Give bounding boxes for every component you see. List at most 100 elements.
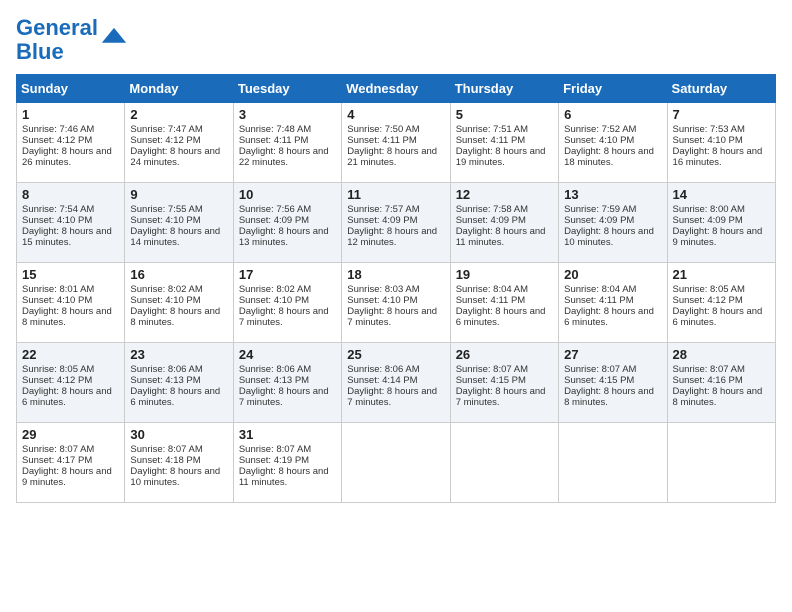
sunrise-label: Sunrise: 8:06 AM <box>130 364 202 375</box>
sunset-label: Sunset: 4:10 PM <box>22 295 92 306</box>
day-number: 5 <box>456 107 553 122</box>
sunrise-label: Sunrise: 7:50 AM <box>347 124 419 135</box>
daylight-label: Daylight: 8 hours and 14 minutes. <box>130 226 220 248</box>
daylight-label: Daylight: 8 hours and 6 minutes. <box>22 386 112 408</box>
sunrise-label: Sunrise: 8:07 AM <box>456 364 528 375</box>
sunset-label: Sunset: 4:12 PM <box>130 135 200 146</box>
sunset-label: Sunset: 4:18 PM <box>130 455 200 466</box>
sunrise-label: Sunrise: 8:00 AM <box>673 204 745 215</box>
sunrise-label: Sunrise: 8:02 AM <box>130 284 202 295</box>
sunset-label: Sunset: 4:09 PM <box>347 215 417 226</box>
day-number: 31 <box>239 427 336 442</box>
sunset-label: Sunset: 4:11 PM <box>239 135 309 146</box>
sunset-label: Sunset: 4:10 PM <box>564 135 634 146</box>
calendar-cell: 4 Sunrise: 7:50 AM Sunset: 4:11 PM Dayli… <box>342 103 450 183</box>
day-number: 17 <box>239 267 336 282</box>
sunrise-label: Sunrise: 7:55 AM <box>130 204 202 215</box>
day-number: 29 <box>22 427 119 442</box>
calendar-cell: 25 Sunrise: 8:06 AM Sunset: 4:14 PM Dayl… <box>342 343 450 423</box>
sunrise-label: Sunrise: 7:59 AM <box>564 204 636 215</box>
daylight-label: Daylight: 8 hours and 26 minutes. <box>22 146 112 168</box>
sunset-label: Sunset: 4:14 PM <box>347 375 417 386</box>
day-number: 26 <box>456 347 553 362</box>
calendar-cell: 21 Sunrise: 8:05 AM Sunset: 4:12 PM Dayl… <box>667 263 775 343</box>
day-number: 7 <box>673 107 770 122</box>
calendar-cell: 2 Sunrise: 7:47 AM Sunset: 4:12 PM Dayli… <box>125 103 233 183</box>
calendar-cell <box>667 423 775 503</box>
sunrise-label: Sunrise: 7:56 AM <box>239 204 311 215</box>
sunrise-label: Sunrise: 8:07 AM <box>673 364 745 375</box>
daylight-label: Daylight: 8 hours and 7 minutes. <box>347 306 437 328</box>
calendar-cell: 15 Sunrise: 8:01 AM Sunset: 4:10 PM Dayl… <box>17 263 125 343</box>
sunset-label: Sunset: 4:16 PM <box>673 375 743 386</box>
header-day-friday: Friday <box>559 75 667 103</box>
day-number: 10 <box>239 187 336 202</box>
header-day-thursday: Thursday <box>450 75 558 103</box>
day-number: 27 <box>564 347 661 362</box>
calendar-cell <box>450 423 558 503</box>
daylight-label: Daylight: 8 hours and 9 minutes. <box>22 466 112 488</box>
sunrise-label: Sunrise: 7:54 AM <box>22 204 94 215</box>
page-header: GeneralBlue <box>16 16 776 64</box>
sunrise-label: Sunrise: 7:48 AM <box>239 124 311 135</box>
sunset-label: Sunset: 4:10 PM <box>22 215 92 226</box>
daylight-label: Daylight: 8 hours and 7 minutes. <box>239 386 329 408</box>
daylight-label: Daylight: 8 hours and 7 minutes. <box>347 386 437 408</box>
calendar-cell: 8 Sunrise: 7:54 AM Sunset: 4:10 PM Dayli… <box>17 183 125 263</box>
daylight-label: Daylight: 8 hours and 11 minutes. <box>456 226 546 248</box>
day-number: 25 <box>347 347 444 362</box>
daylight-label: Daylight: 8 hours and 10 minutes. <box>130 466 220 488</box>
calendar-cell: 29 Sunrise: 8:07 AM Sunset: 4:17 PM Dayl… <box>17 423 125 503</box>
calendar-cell: 5 Sunrise: 7:51 AM Sunset: 4:11 PM Dayli… <box>450 103 558 183</box>
sunrise-label: Sunrise: 7:46 AM <box>22 124 94 135</box>
day-number: 24 <box>239 347 336 362</box>
sunrise-label: Sunrise: 7:52 AM <box>564 124 636 135</box>
day-number: 12 <box>456 187 553 202</box>
sunset-label: Sunset: 4:17 PM <box>22 455 92 466</box>
calendar-cell: 30 Sunrise: 8:07 AM Sunset: 4:18 PM Dayl… <box>125 423 233 503</box>
header-day-monday: Monday <box>125 75 233 103</box>
calendar-cell: 9 Sunrise: 7:55 AM Sunset: 4:10 PM Dayli… <box>125 183 233 263</box>
header-day-saturday: Saturday <box>667 75 775 103</box>
day-number: 23 <box>130 347 227 362</box>
daylight-label: Daylight: 8 hours and 19 minutes. <box>456 146 546 168</box>
sunset-label: Sunset: 4:15 PM <box>564 375 634 386</box>
sunrise-label: Sunrise: 8:05 AM <box>22 364 94 375</box>
sunrise-label: Sunrise: 8:04 AM <box>456 284 528 295</box>
week-row-5: 29 Sunrise: 8:07 AM Sunset: 4:17 PM Dayl… <box>17 423 776 503</box>
daylight-label: Daylight: 8 hours and 6 minutes. <box>564 306 654 328</box>
sunset-label: Sunset: 4:13 PM <box>239 375 309 386</box>
daylight-label: Daylight: 8 hours and 15 minutes. <box>22 226 112 248</box>
week-row-3: 15 Sunrise: 8:01 AM Sunset: 4:10 PM Dayl… <box>17 263 776 343</box>
day-number: 9 <box>130 187 227 202</box>
calendar-cell: 12 Sunrise: 7:58 AM Sunset: 4:09 PM Dayl… <box>450 183 558 263</box>
daylight-label: Daylight: 8 hours and 24 minutes. <box>130 146 220 168</box>
calendar-cell <box>559 423 667 503</box>
calendar-cell: 7 Sunrise: 7:53 AM Sunset: 4:10 PM Dayli… <box>667 103 775 183</box>
sunset-label: Sunset: 4:11 PM <box>564 295 634 306</box>
calendar-cell: 31 Sunrise: 8:07 AM Sunset: 4:19 PM Dayl… <box>233 423 341 503</box>
week-row-1: 1 Sunrise: 7:46 AM Sunset: 4:12 PM Dayli… <box>17 103 776 183</box>
week-row-4: 22 Sunrise: 8:05 AM Sunset: 4:12 PM Dayl… <box>17 343 776 423</box>
day-number: 28 <box>673 347 770 362</box>
day-number: 4 <box>347 107 444 122</box>
daylight-label: Daylight: 8 hours and 6 minutes. <box>456 306 546 328</box>
daylight-label: Daylight: 8 hours and 8 minutes. <box>673 386 763 408</box>
day-number: 14 <box>673 187 770 202</box>
day-number: 3 <box>239 107 336 122</box>
sunrise-label: Sunrise: 8:07 AM <box>239 444 311 455</box>
daylight-label: Daylight: 8 hours and 18 minutes. <box>564 146 654 168</box>
sunrise-label: Sunrise: 8:07 AM <box>22 444 94 455</box>
day-number: 21 <box>673 267 770 282</box>
sunset-label: Sunset: 4:13 PM <box>130 375 200 386</box>
daylight-label: Daylight: 8 hours and 7 minutes. <box>456 386 546 408</box>
sunrise-label: Sunrise: 7:57 AM <box>347 204 419 215</box>
daylight-label: Daylight: 8 hours and 8 minutes. <box>564 386 654 408</box>
day-number: 11 <box>347 187 444 202</box>
day-number: 6 <box>564 107 661 122</box>
calendar-cell: 28 Sunrise: 8:07 AM Sunset: 4:16 PM Dayl… <box>667 343 775 423</box>
sunset-label: Sunset: 4:10 PM <box>130 295 200 306</box>
day-number: 13 <box>564 187 661 202</box>
sunrise-label: Sunrise: 7:58 AM <box>456 204 528 215</box>
sunset-label: Sunset: 4:11 PM <box>347 135 417 146</box>
